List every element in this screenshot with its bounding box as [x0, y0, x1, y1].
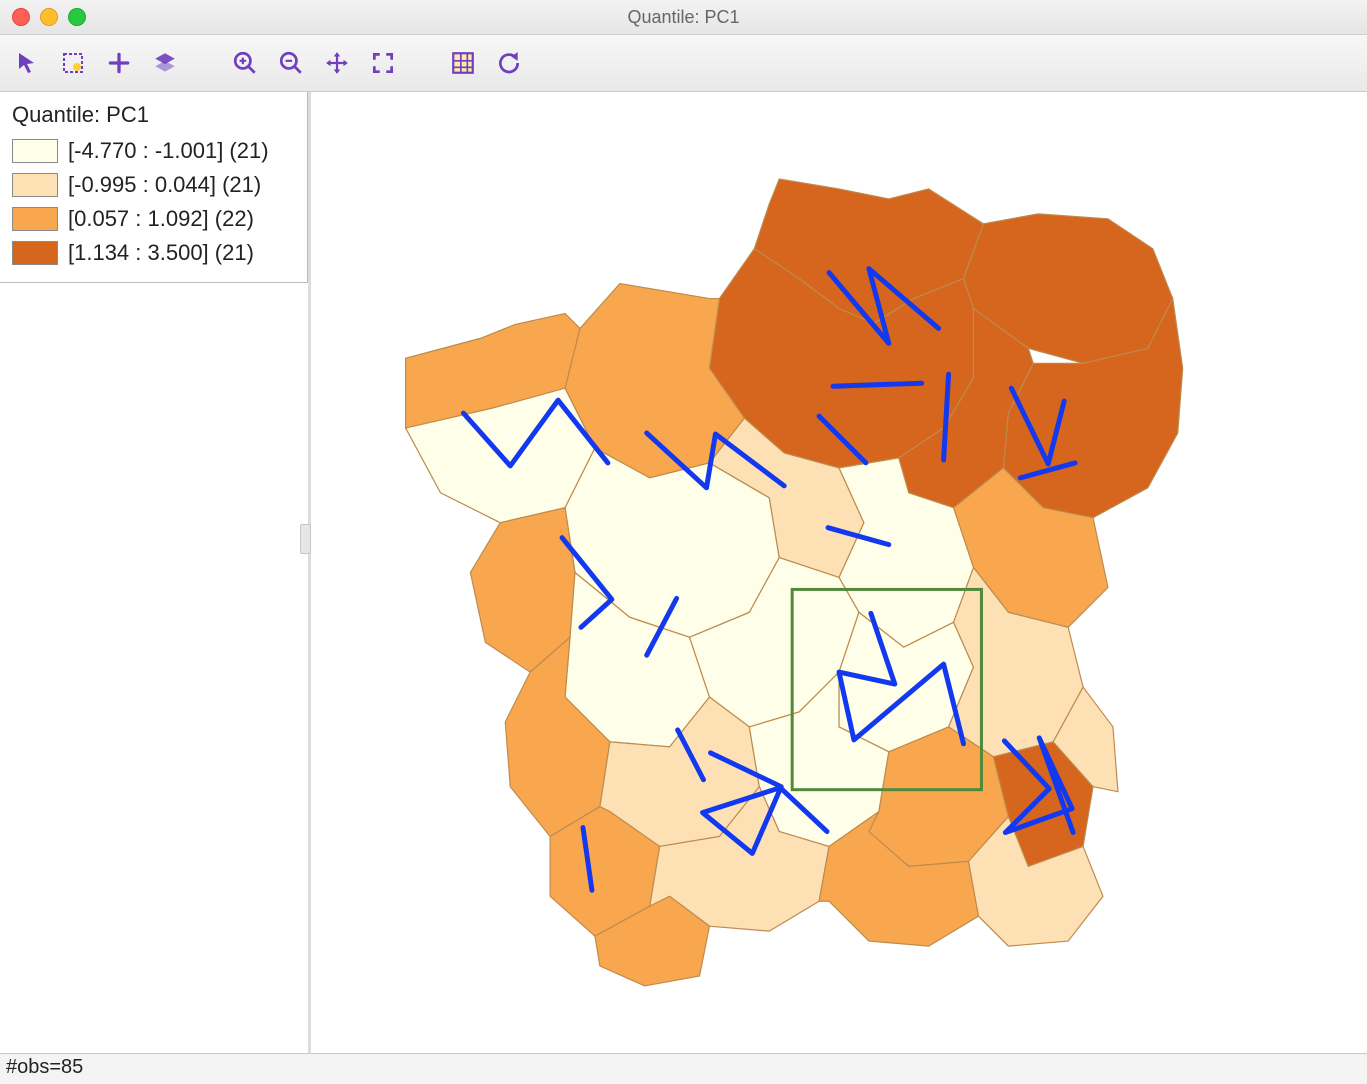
- basemap-icon: [450, 50, 476, 76]
- sidebar-resize-handle[interactable]: [300, 524, 311, 554]
- full-extent-icon: [370, 50, 396, 76]
- zoom-in-tool[interactable]: [226, 44, 264, 82]
- map-regions[interactable]: [406, 179, 1183, 986]
- status-obs-count: #obs=85: [6, 1056, 83, 1078]
- window-controls: [12, 8, 86, 26]
- cursor-icon: [15, 51, 39, 75]
- legend-label: [0.057 : 1.092] (22): [68, 206, 254, 232]
- extent-tool[interactable]: [364, 44, 402, 82]
- legend-swatch: [12, 241, 58, 265]
- zoom-out-icon: [278, 50, 304, 76]
- content-area: Quantile: PC1 [-4.770 : -1.001] (21) [-0.…: [0, 92, 1367, 1053]
- add-tool[interactable]: [100, 44, 138, 82]
- legend-label: [-0.995 : 0.044] (21): [68, 172, 261, 198]
- zoom-in-icon: [232, 50, 258, 76]
- title-bar: Quantile: PC1: [0, 0, 1367, 35]
- legend-swatch: [12, 207, 58, 231]
- legend-swatch: [12, 173, 58, 197]
- pan-icon: [324, 50, 350, 76]
- rect-select-tool[interactable]: [54, 44, 92, 82]
- basemap-tool[interactable]: [444, 44, 482, 82]
- window-title: Quantile: PC1: [0, 7, 1367, 28]
- legend-item[interactable]: [0.057 : 1.092] (22): [12, 202, 295, 236]
- legend-swatch: [12, 139, 58, 163]
- select-tool[interactable]: [8, 44, 46, 82]
- legend-title: Quantile: PC1: [12, 102, 295, 128]
- legend-label: [1.134 : 3.500] (21): [68, 240, 254, 266]
- legend-sidebar: Quantile: PC1 [-4.770 : -1.001] (21) [-0.…: [0, 92, 311, 1053]
- toolbar: [0, 35, 1367, 92]
- refresh-tool[interactable]: [490, 44, 528, 82]
- minimize-icon[interactable]: [40, 8, 58, 26]
- legend-item[interactable]: [-0.995 : 0.044] (21): [12, 168, 295, 202]
- zoom-out-tool[interactable]: [272, 44, 310, 82]
- status-bar: #obs=85: [0, 1053, 1367, 1084]
- close-icon[interactable]: [12, 8, 30, 26]
- select-rect-icon: [61, 51, 85, 75]
- legend-item[interactable]: [-4.770 : -1.001] (21): [12, 134, 295, 168]
- pan-tool[interactable]: [318, 44, 356, 82]
- maximize-icon[interactable]: [68, 8, 86, 26]
- annotation-line: [833, 383, 922, 386]
- legend-panel: Quantile: PC1 [-4.770 : -1.001] (21) [-0.…: [0, 92, 308, 283]
- legend-item[interactable]: [1.134 : 3.500] (21): [12, 236, 295, 270]
- plus-icon: [106, 50, 132, 76]
- legend-label: [-4.770 : -1.001] (21): [68, 138, 269, 164]
- map-canvas[interactable]: [311, 92, 1367, 1053]
- layers-icon: [152, 50, 178, 76]
- layers-tool[interactable]: [146, 44, 184, 82]
- refresh-icon: [496, 50, 522, 76]
